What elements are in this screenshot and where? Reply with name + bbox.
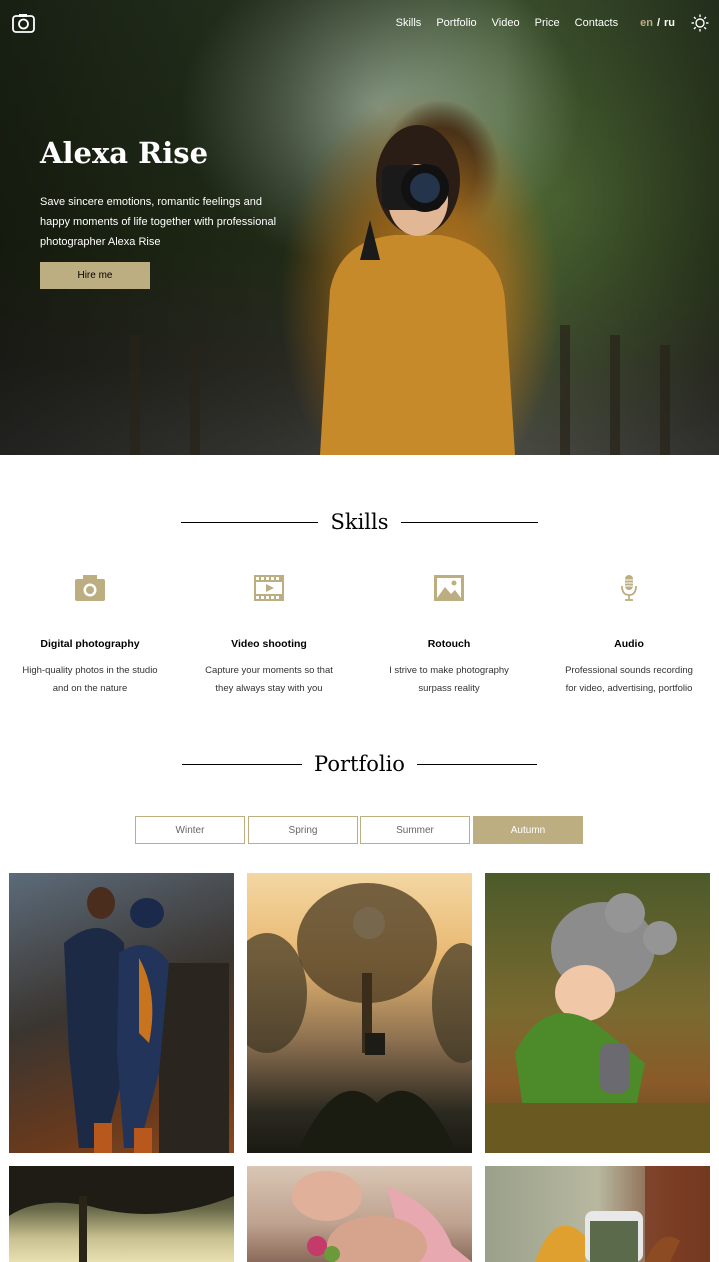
tree-trunk — [610, 335, 620, 455]
portfolio-title: Portfolio — [314, 752, 405, 776]
tree-trunk — [190, 345, 200, 455]
microphone-icon — [621, 575, 637, 601]
lang-ru[interactable]: ru — [664, 17, 675, 29]
main-nav: Skills Portfolio Video Price Contacts en… — [381, 10, 709, 36]
forest-illustration — [9, 1166, 234, 1262]
portfolio-photo-couple[interactable] — [9, 873, 234, 1153]
skill-title: Video shooting — [231, 638, 307, 650]
skill-item: Rotouch I strive to make photography sur… — [359, 574, 539, 698]
skill-item: Audio Professional sounds recording for … — [539, 574, 719, 698]
season-summer-button[interactable]: Summer — [360, 816, 470, 844]
skills-title: Skills — [330, 510, 389, 534]
camera-icon — [75, 575, 105, 601]
hire-me-button[interactable]: Hire me — [40, 262, 150, 289]
child-illustration — [485, 893, 710, 1153]
tree-trunk — [130, 335, 140, 455]
portfolio-photo-forest-light[interactable] — [9, 1166, 234, 1262]
photographer-figure — [320, 125, 515, 455]
nav-skills[interactable]: Skills — [396, 17, 422, 29]
skill-title: Digital photography — [40, 638, 140, 650]
skill-text: High-quality photos in the studio and on… — [22, 665, 158, 694]
portfolio-photo-sunrise-tree[interactable] — [247, 873, 472, 1153]
hero-title: Alexa Rise — [40, 136, 209, 170]
title-line-right — [416, 763, 537, 765]
skill-text: Professional sounds recording for video,… — [565, 665, 693, 694]
skill-text: I strive to make photography surpass rea… — [389, 665, 509, 694]
season-spring-button[interactable]: Spring — [248, 816, 358, 844]
sun-icon[interactable] — [691, 14, 709, 32]
portfolio-photo-child[interactable] — [485, 873, 710, 1153]
skill-item: Digital photography High-quality photos … — [0, 574, 180, 698]
nav-price[interactable]: Price — [535, 17, 560, 29]
image-icon — [434, 575, 464, 601]
nav-contacts[interactable]: Contacts — [575, 17, 618, 29]
camera-icon[interactable] — [12, 13, 35, 33]
skill-text: Capture your moments so that they always… — [205, 665, 333, 694]
sunrise-tree-illustration — [247, 883, 472, 1153]
title-line-left — [182, 763, 303, 765]
tree-trunk — [560, 325, 570, 455]
language-switch: en / ru — [640, 17, 675, 29]
skill-item: Video shooting Capture your moments so t… — [179, 574, 359, 698]
tree-trunk — [660, 345, 670, 455]
phone-illustration — [535, 1166, 710, 1262]
portfolio-header: Portfolio — [0, 752, 719, 776]
skills-header: Skills — [0, 510, 719, 534]
lang-separator: / — [656, 17, 660, 29]
title-line-right — [400, 521, 538, 523]
title-line-left — [181, 521, 319, 523]
video-icon — [254, 575, 284, 601]
skill-title: Rotouch — [427, 638, 471, 650]
portfolio-photo-phone[interactable] — [485, 1166, 710, 1262]
season-winter-button[interactable]: Winter — [135, 816, 245, 844]
season-autumn-button[interactable]: Autumn — [473, 816, 583, 844]
hero-description: Save sincere emotions, romantic feelings… — [40, 196, 277, 248]
portfolio-photo-woman-flowers[interactable] — [247, 1166, 472, 1262]
nav-video[interactable]: Video — [492, 17, 520, 29]
nav-portfolio[interactable]: Portfolio — [436, 17, 476, 29]
woman-illustration — [292, 1171, 472, 1262]
skill-title: Audio — [614, 638, 644, 650]
couple-illustration — [64, 887, 229, 1153]
lang-en[interactable]: en — [640, 17, 653, 29]
